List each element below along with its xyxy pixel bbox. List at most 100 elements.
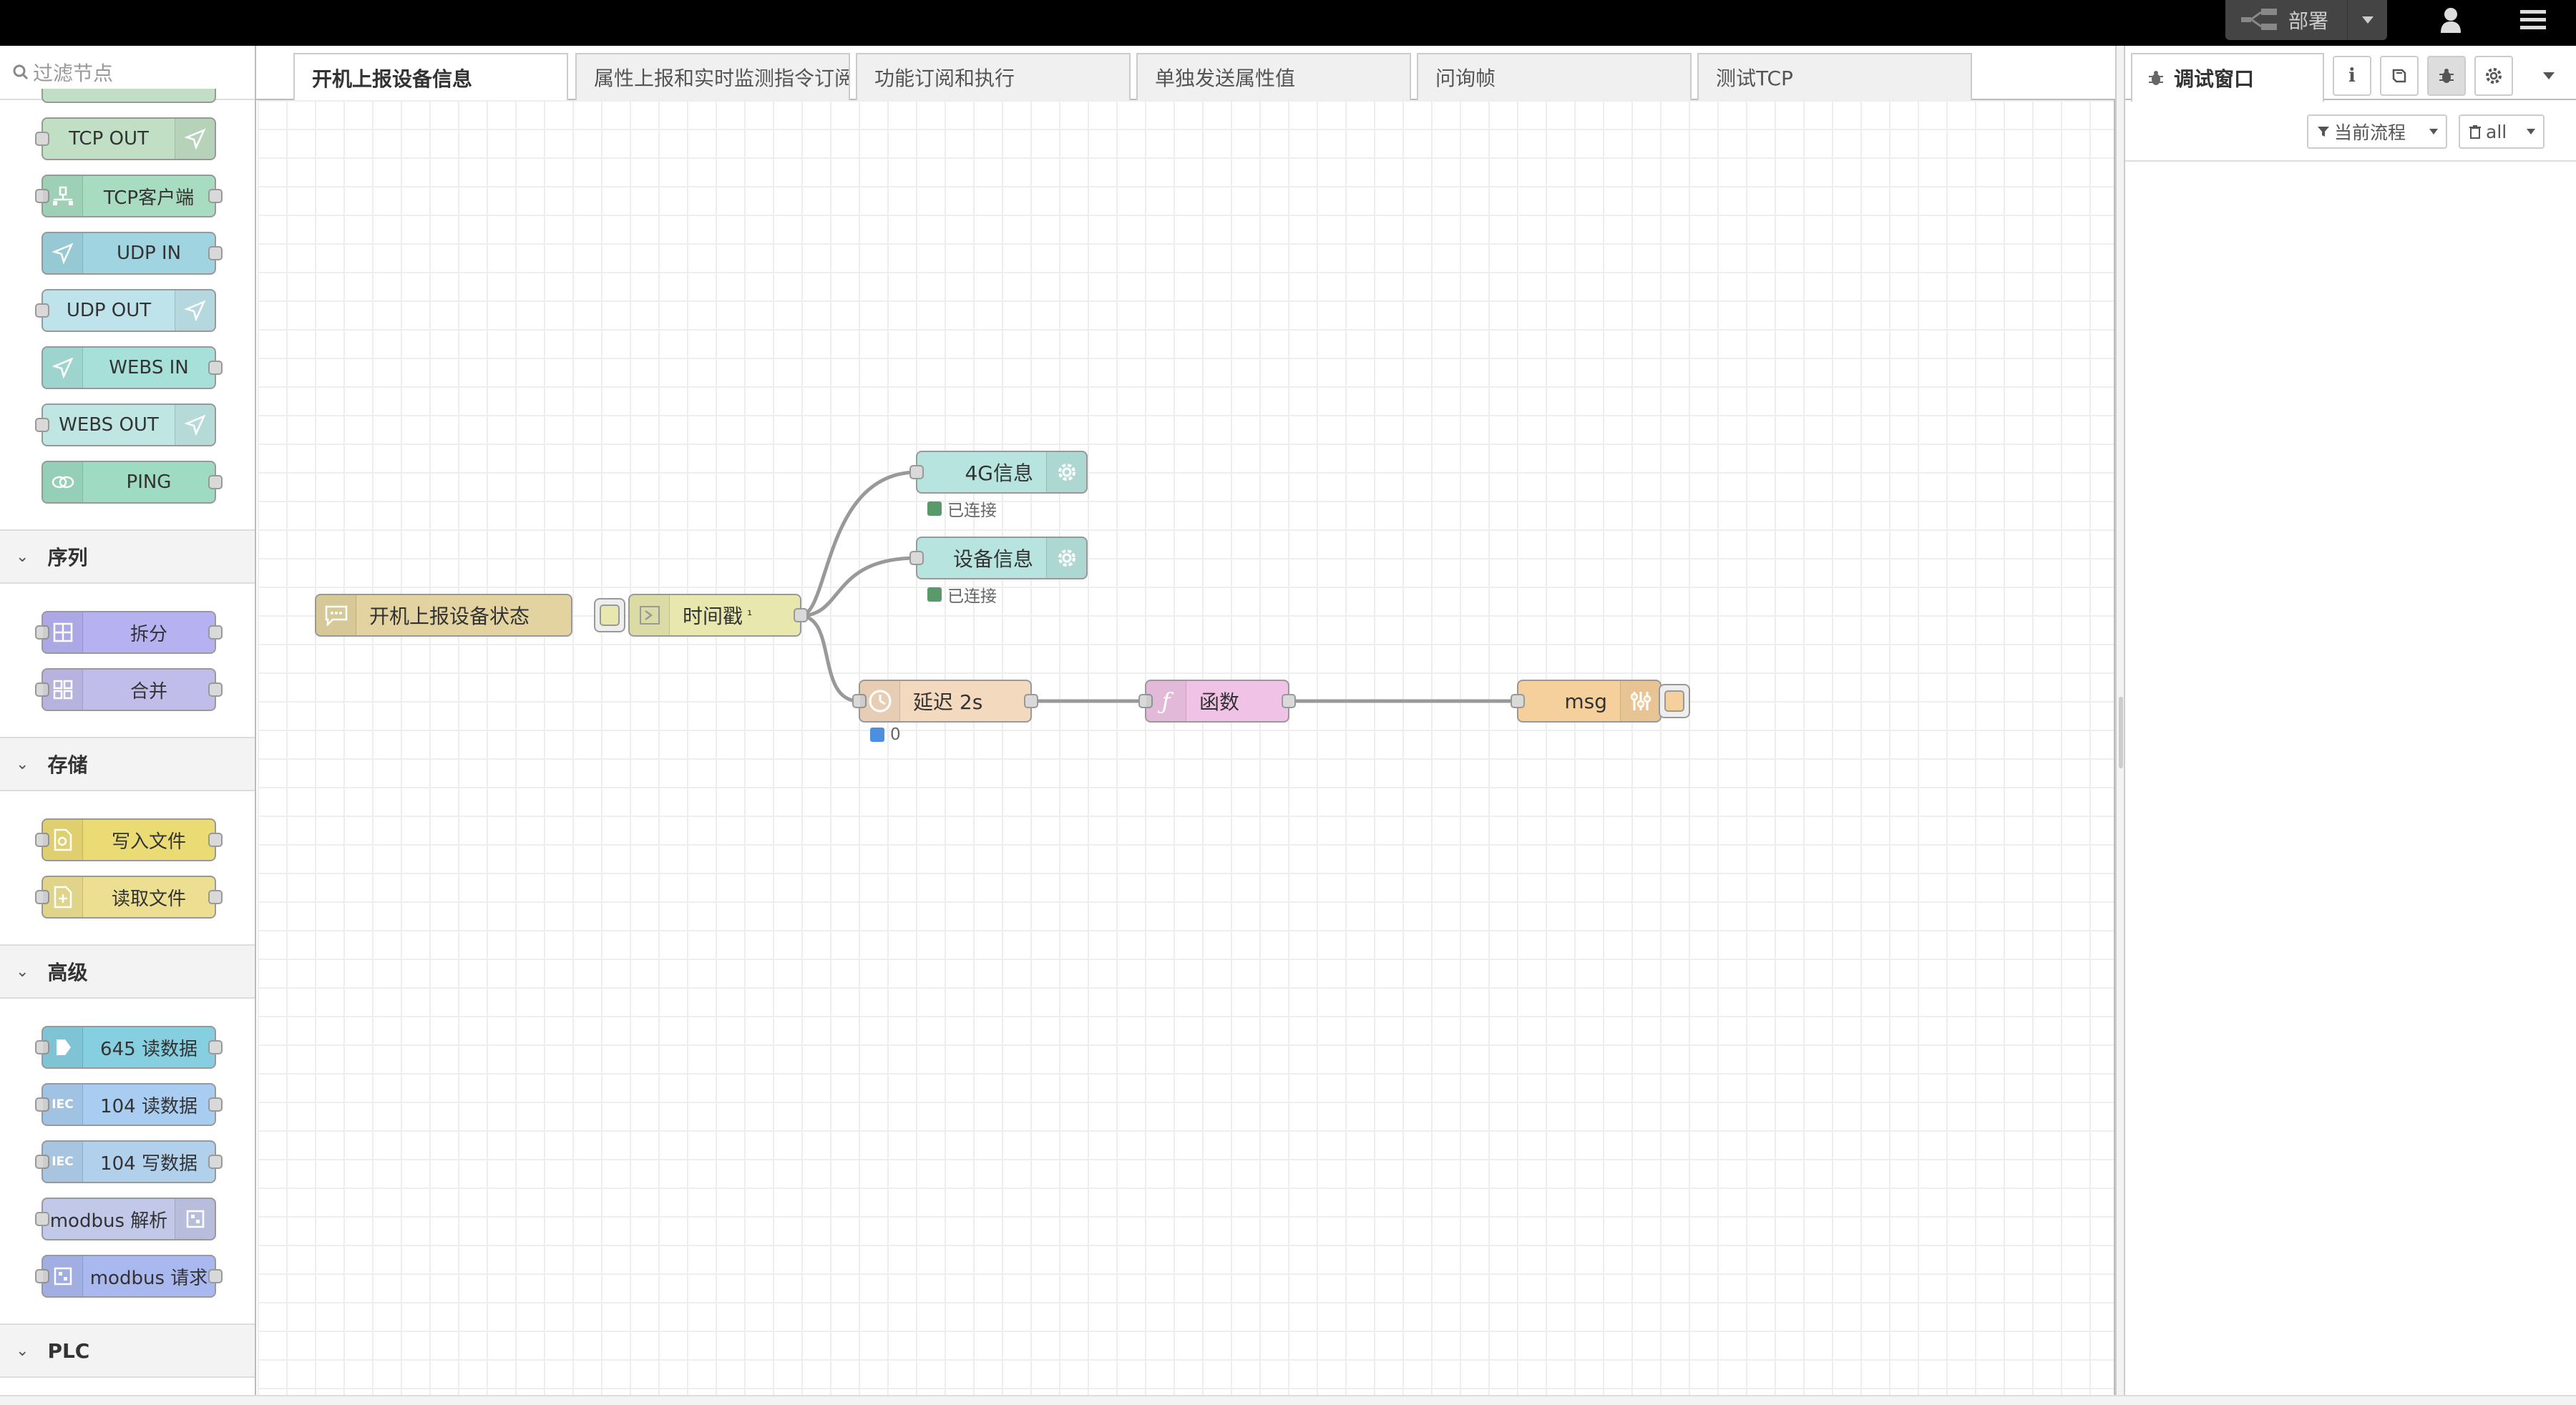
- book-icon[interactable]: [2380, 56, 2419, 96]
- palette-node-udp-in[interactable]: UDP IN: [42, 232, 223, 275]
- flow-node-label: 延迟 2s: [913, 690, 983, 714]
- input-port[interactable]: [35, 303, 49, 318]
- tab-flow-1[interactable]: 开机上报设备信息: [293, 53, 568, 102]
- status-4g: 已连接: [927, 496, 997, 521]
- send-icon: [43, 233, 83, 273]
- send-icon: [175, 119, 215, 159]
- flow-node-label: 4G信息: [965, 461, 1033, 485]
- input-port[interactable]: [909, 551, 924, 565]
- deploy-button[interactable]: 部署: [2225, 0, 2387, 40]
- filter-placeholder: 过滤节点: [33, 62, 114, 85]
- output-port[interactable]: [208, 1155, 223, 1169]
- tab-flow-2[interactable]: 属性上报和实时监测指令订阅: [575, 53, 850, 100]
- palette-node-ping[interactable]: PING: [42, 461, 223, 504]
- debug-bug-icon[interactable]: [2427, 56, 2466, 96]
- input-port[interactable]: [909, 465, 924, 479]
- tab-debug-window[interactable]: 调试窗口: [2131, 53, 2324, 102]
- inject-trigger-button[interactable]: [594, 598, 625, 632]
- flow-node-function[interactable]: ƒ 函数: [1138, 680, 1296, 723]
- category-sequence[interactable]: ⌄ 序列: [0, 529, 255, 584]
- palette-node-webs-in[interactable]: WEBS IN: [42, 346, 223, 389]
- output-port[interactable]: [208, 890, 223, 904]
- output-port[interactable]: [208, 1269, 223, 1283]
- deploy-caret-icon[interactable]: [2347, 0, 2387, 40]
- flow-node-delay[interactable]: 延迟 2s: [852, 680, 1038, 723]
- palette-node-read-file[interactable]: 读取文件: [35, 876, 223, 919]
- category-label: 序列: [47, 546, 88, 569]
- flow-node-inject[interactable]: 时间戳 ¹: [628, 594, 808, 637]
- palette-node-webs-out[interactable]: WEBS OUT: [35, 403, 216, 446]
- clock-icon: [860, 681, 900, 721]
- flow-node-label: 开机上报设备状态: [369, 604, 530, 628]
- category-plc[interactable]: ⌄ PLC: [0, 1323, 255, 1378]
- link-icon: [43, 462, 83, 502]
- palette-node-join[interactable]: 合并: [35, 668, 223, 711]
- flow-workspace[interactable]: 开机上报设备状态 时间戳¹ 4G信息 已连接 设备信息 已连接 延迟 2s 0: [258, 100, 2115, 1395]
- output-port[interactable]: [208, 833, 223, 847]
- config-gear-icon[interactable]: [2474, 56, 2513, 96]
- palette-node-label: 写入文件: [111, 831, 186, 853]
- palette-node-645-read[interactable]: 645 读数据: [35, 1026, 223, 1069]
- inject-trigger-inner: [600, 604, 620, 626]
- tab-flow-4[interactable]: 单独发送属性值: [1136, 53, 1411, 100]
- splitter-handle[interactable]: [2119, 697, 2123, 768]
- output-port[interactable]: [208, 361, 223, 375]
- palette-node-udp-out[interactable]: UDP OUT: [35, 289, 216, 332]
- palette-node-label: UDP IN: [116, 243, 182, 264]
- palette-node-104-write[interactable]: IEC 104 写数据: [35, 1140, 223, 1183]
- output-port[interactable]: [208, 1097, 223, 1112]
- flow-node-debug[interactable]: msg: [1511, 680, 1662, 723]
- palette-node-split[interactable]: 拆分: [35, 611, 223, 654]
- output-port[interactable]: [208, 682, 223, 697]
- output-port[interactable]: [208, 1040, 223, 1054]
- debug-messages-area[interactable]: [2125, 162, 2576, 1378]
- palette-node-label: 拆分: [130, 623, 167, 645]
- input-port[interactable]: [35, 132, 49, 146]
- flow-node-comment[interactable]: 开机上报设备状态: [315, 594, 572, 637]
- output-port[interactable]: [1024, 694, 1038, 708]
- palette-node-modbus-request[interactable]: modbus 请求: [35, 1255, 223, 1298]
- category-advanced[interactable]: ⌄ 高级: [0, 944, 255, 999]
- debug-toggle-button[interactable]: [1659, 684, 1690, 718]
- palette-node-label: WEBS OUT: [59, 414, 159, 436]
- tab-flow-3[interactable]: 功能订阅和执行: [856, 53, 1131, 100]
- join-icon: [43, 670, 83, 710]
- tab-label: 功能订阅和执行: [874, 67, 1015, 90]
- main-menu-icon[interactable]: [2504, 0, 2562, 40]
- output-port[interactable]: [208, 246, 223, 260]
- debug-filter-select[interactable]: 当前流程: [2307, 114, 2447, 149]
- output-port[interactable]: [794, 608, 808, 622]
- sidebar-menu-caret-icon[interactable]: [2534, 56, 2563, 96]
- flow-node-4g-info[interactable]: 4G信息: [909, 451, 1088, 494]
- sidebar-splitter[interactable]: [2115, 46, 2125, 1405]
- palette-node-modbus-parse[interactable]: modbus 解析: [35, 1198, 216, 1240]
- palette-node-tcp-out[interactable]: TCP OUT: [35, 117, 216, 160]
- tab-flow-6[interactable]: 测试TCP: [1697, 53, 1972, 100]
- palette-node-partial[interactable]: [42, 89, 216, 103]
- palette-node-write-file[interactable]: 写入文件: [35, 818, 223, 861]
- info-icon[interactable]: i: [2333, 56, 2371, 96]
- flow-node-label: 函数: [1199, 690, 1240, 714]
- palette-node-tcp-client[interactable]: TCP客户端: [35, 175, 223, 217]
- tab-debug-label: 调试窗口: [2174, 67, 2255, 91]
- palette-node-104-read[interactable]: IEC 104 读数据: [35, 1083, 223, 1126]
- user-icon[interactable]: [2426, 0, 2476, 40]
- tab-label: 属性上报和实时监测指令订阅: [594, 67, 850, 90]
- chevron-down-icon: ⌄: [16, 547, 29, 566]
- input-port[interactable]: [35, 1212, 49, 1226]
- palette-node-label: 104 读数据: [100, 1095, 197, 1117]
- output-port[interactable]: [208, 475, 223, 489]
- flow-node-device-info[interactable]: 设备信息: [909, 537, 1088, 579]
- status-text: 已连接: [947, 501, 997, 520]
- debug-clear-select[interactable]: all: [2459, 114, 2545, 149]
- comment-icon: [316, 595, 356, 635]
- output-port[interactable]: [208, 625, 223, 640]
- input-port[interactable]: [35, 418, 49, 432]
- category-label: 存储: [47, 753, 88, 777]
- output-port[interactable]: [1282, 694, 1296, 708]
- category-storage[interactable]: ⌄ 存储: [0, 737, 255, 791]
- input-port[interactable]: [1511, 694, 1525, 708]
- tab-flow-5[interactable]: 问询帧: [1417, 53, 1692, 100]
- output-port[interactable]: [208, 189, 223, 203]
- iec-icon: IEC: [43, 1085, 83, 1125]
